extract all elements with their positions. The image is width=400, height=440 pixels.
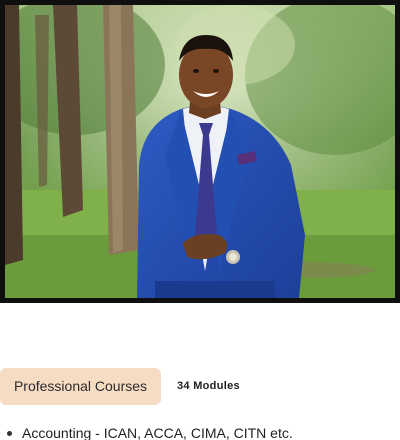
list-item-label: Accounting - ICAN, ACCA, CIMA, CITN etc. [22,425,293,440]
course-photo [5,5,395,298]
course-card: Professional Courses 34 Modules Accounti… [0,0,400,440]
photo-frame [0,0,400,303]
bullet-icon [7,431,12,436]
professional-courses-badge[interactable]: Professional Courses [0,368,161,405]
course-list: Accounting - ICAN, ACCA, CIMA, CITN etc. [0,424,400,440]
list-item: Accounting - ICAN, ACCA, CIMA, CITN etc. [0,424,400,440]
course-info-row: Professional Courses 34 Modules [0,368,400,406]
modules-count: 34 Modules [177,380,240,392]
